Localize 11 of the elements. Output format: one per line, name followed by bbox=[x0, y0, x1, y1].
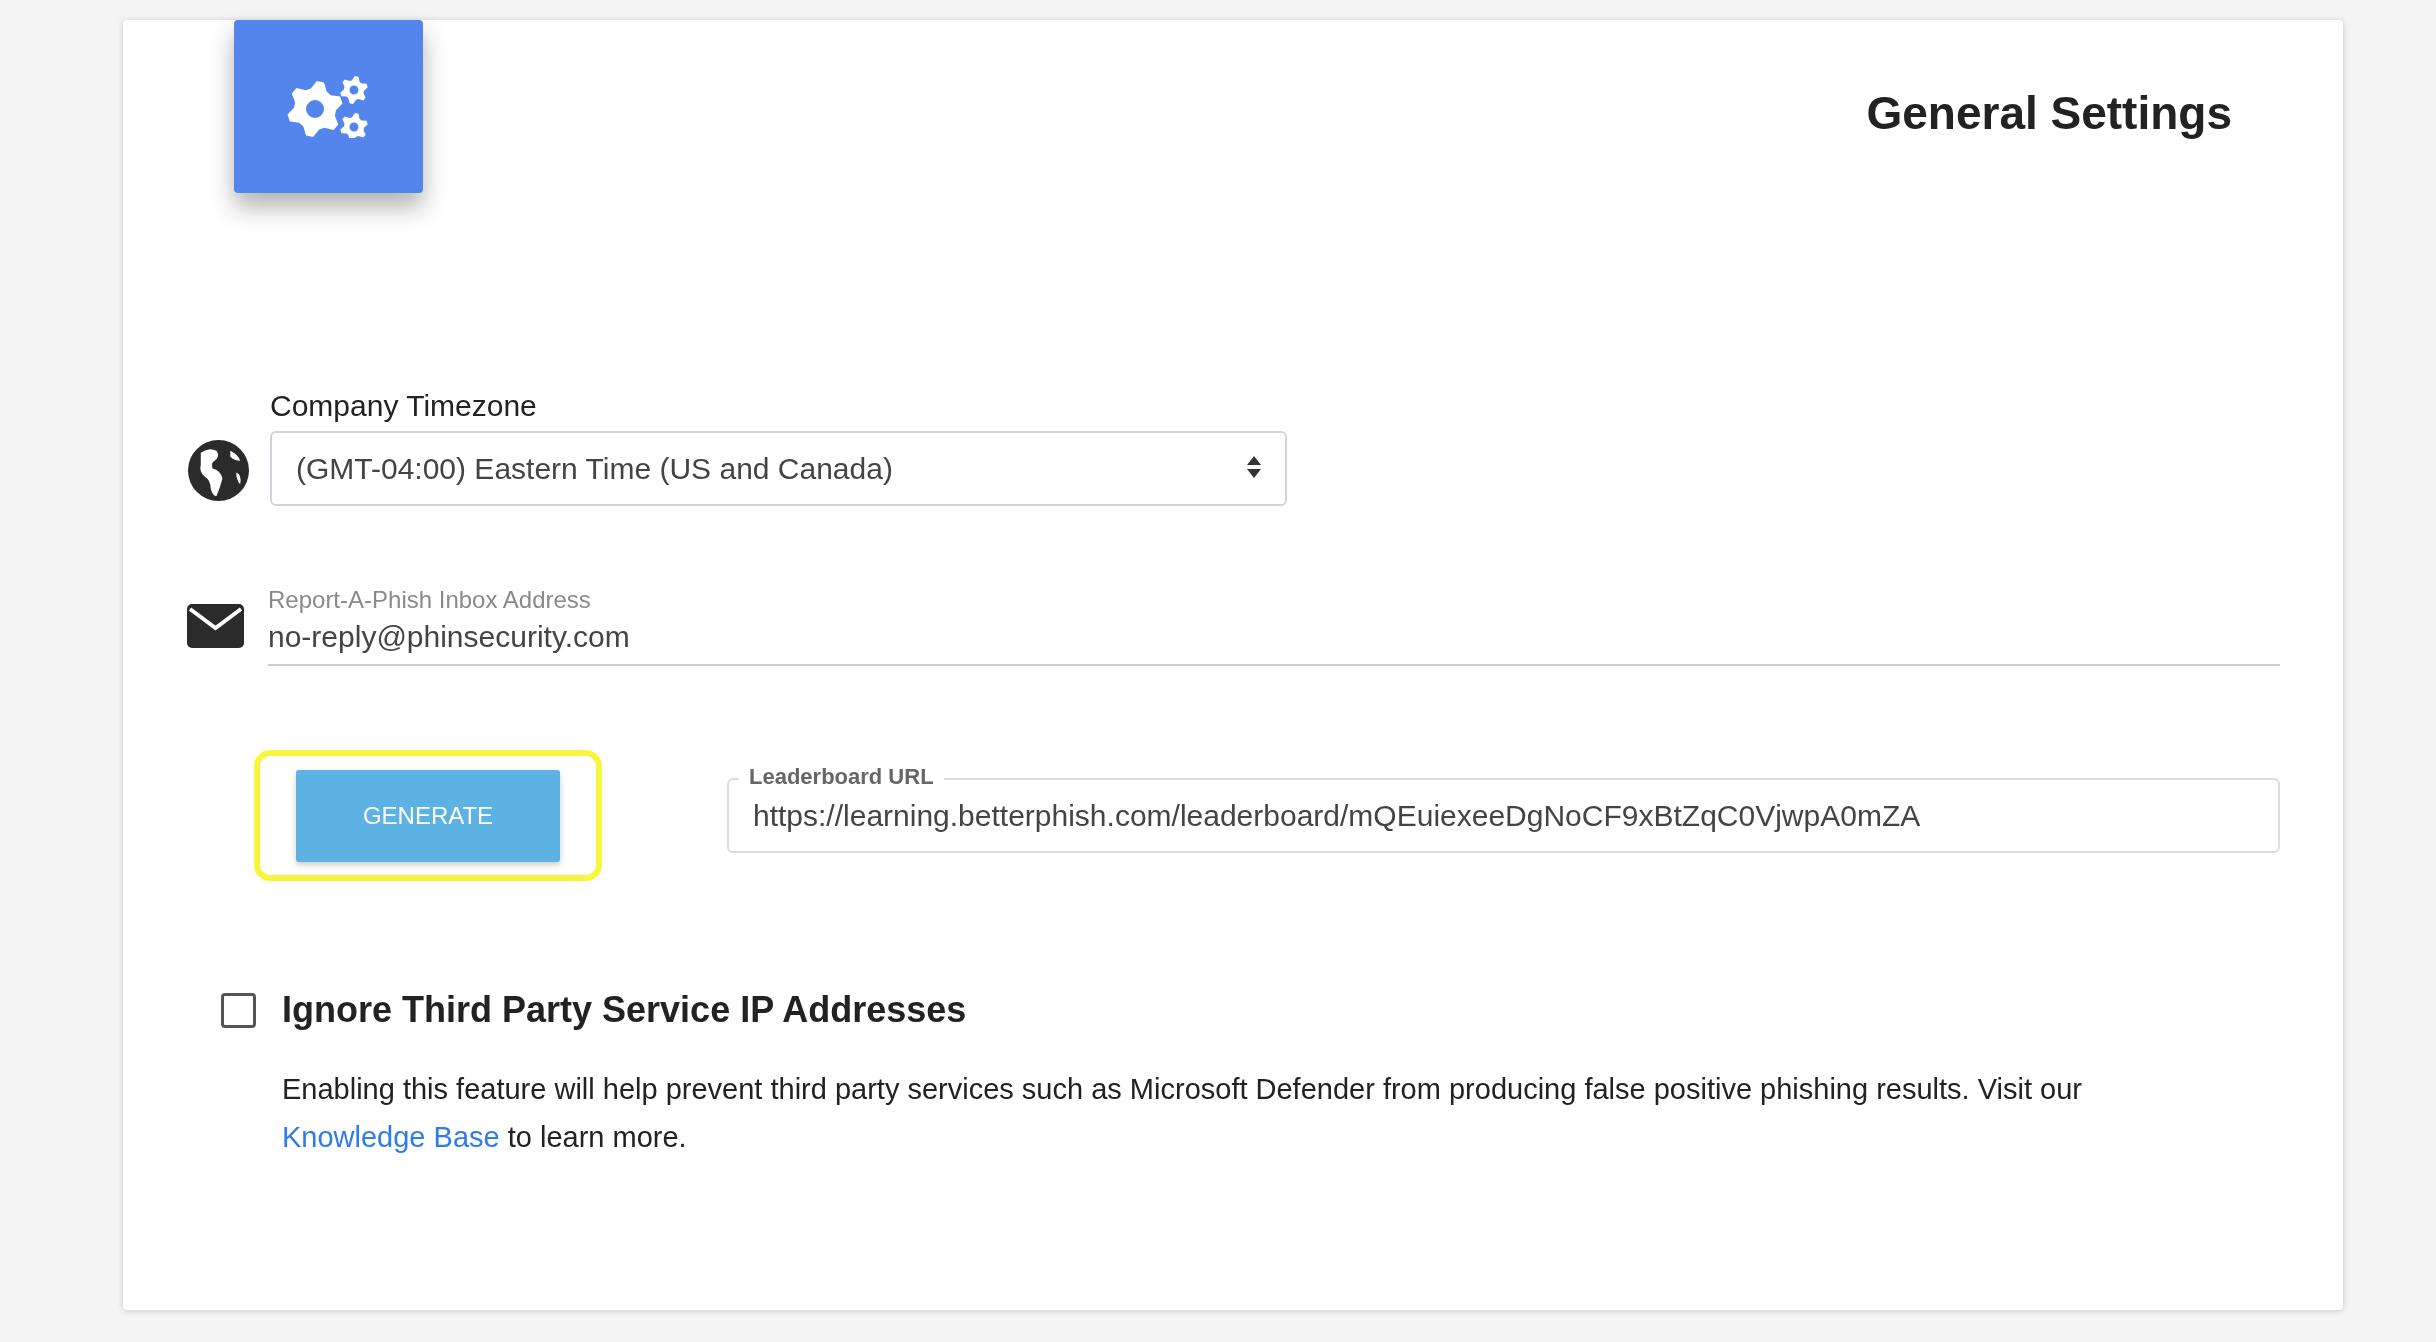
checkbox-label: Ignore Third Party Service IP Addresses bbox=[282, 989, 967, 1031]
globe-icon bbox=[187, 439, 250, 502]
inbox-address-field[interactable]: Report-A-Phish Inbox Address no-reply@phinsecurity.com bbox=[268, 586, 2280, 666]
description-paragraph: Enabling this feature will help prevent third party services such as Microsoft Defender from producing false positive phishing results. Visit our Knowledge Base to learn more. bbox=[282, 1072, 2083, 1155]
checkbox[interactable] bbox=[221, 992, 256, 1028]
page-title: General Settings bbox=[1866, 86, 2232, 140]
field-label: Company Timezone bbox=[270, 389, 538, 423]
knowledge-base-link[interactable]: Knowledge Base bbox=[282, 1121, 500, 1153]
timezone-select[interactable]: (GMT-04:00) Eastern Time (US and Canada) bbox=[270, 431, 1287, 506]
envelope-icon bbox=[187, 604, 244, 648]
sort-arrows-icon bbox=[1247, 455, 1261, 478]
